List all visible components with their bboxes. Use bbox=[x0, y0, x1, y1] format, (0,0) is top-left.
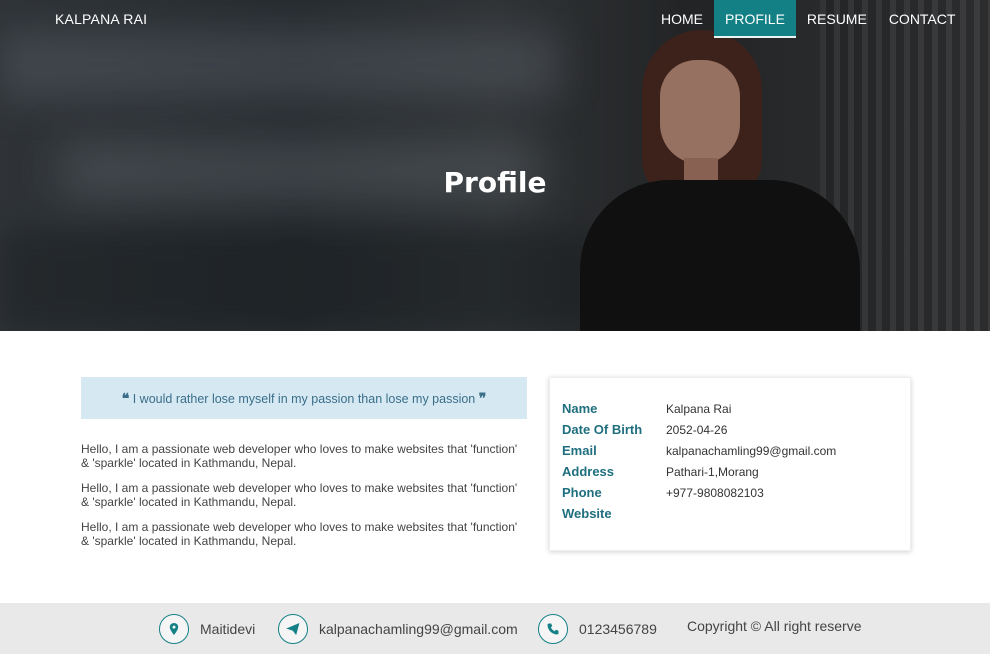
footer: Maitidevi kalpanachamling99@gmail.com 01… bbox=[0, 603, 990, 654]
nav-resume[interactable]: RESUME bbox=[796, 0, 878, 38]
page-title: Profile bbox=[443, 166, 547, 199]
close-quote-icon: ❞ bbox=[478, 390, 487, 406]
phone-icon bbox=[538, 614, 568, 644]
info-label: Phone bbox=[562, 485, 602, 500]
main-nav: HOME PROFILE RESUME CONTACT bbox=[650, 0, 966, 38]
info-value: kalpanachamling99@gmail.com bbox=[666, 444, 837, 458]
nav-home[interactable]: HOME bbox=[650, 0, 714, 38]
info-label: Date Of Birth bbox=[562, 422, 643, 437]
hero-banner: KALPANA RAI HOME PROFILE RESUME CONTACT … bbox=[0, 0, 990, 331]
copyright-text: Copyright © All right reserve bbox=[687, 618, 862, 634]
info-label: Name bbox=[562, 401, 598, 416]
footer-location: Maitidevi bbox=[159, 613, 255, 645]
footer-phone-text[interactable]: 0123456789 bbox=[579, 621, 657, 637]
info-value: Pathari-1,Morang bbox=[666, 465, 759, 479]
brand-logo[interactable]: KALPANA RAI bbox=[55, 11, 147, 27]
map-marker-icon bbox=[159, 614, 189, 644]
info-value: Kalpana Rai bbox=[666, 402, 732, 416]
open-quote-icon: ❝ bbox=[121, 390, 130, 406]
footer-email[interactable]: kalpanachamling99@gmail.com bbox=[278, 613, 518, 645]
nav-profile[interactable]: PROFILE bbox=[714, 0, 796, 38]
paper-plane-icon bbox=[278, 614, 308, 644]
nav-contact[interactable]: CONTACT bbox=[878, 0, 967, 38]
footer-location-text: Maitidevi bbox=[200, 621, 256, 637]
info-label: Email bbox=[562, 443, 597, 458]
info-value: 2052-04-26 bbox=[666, 423, 728, 437]
about-paragraph: Hello, I am a passionate web developer w… bbox=[81, 442, 518, 470]
info-value: +977-9808082103 bbox=[666, 486, 764, 500]
quote-box: ❝ I would rather lose myself in my passi… bbox=[81, 377, 527, 419]
about-paragraph: Hello, I am a passionate web developer w… bbox=[81, 520, 518, 548]
info-label: Website bbox=[562, 506, 612, 521]
profile-info-card: Name Kalpana Rai Date Of Birth 2052-04-2… bbox=[549, 377, 911, 551]
about-paragraph: Hello, I am a passionate web developer w… bbox=[81, 481, 518, 509]
footer-phone[interactable]: 0123456789 bbox=[538, 613, 657, 645]
quote-text: I would rather lose myself in my passion… bbox=[132, 392, 476, 406]
footer-email-text[interactable]: kalpanachamling99@gmail.com bbox=[319, 621, 518, 637]
info-label: Address bbox=[562, 464, 615, 479]
